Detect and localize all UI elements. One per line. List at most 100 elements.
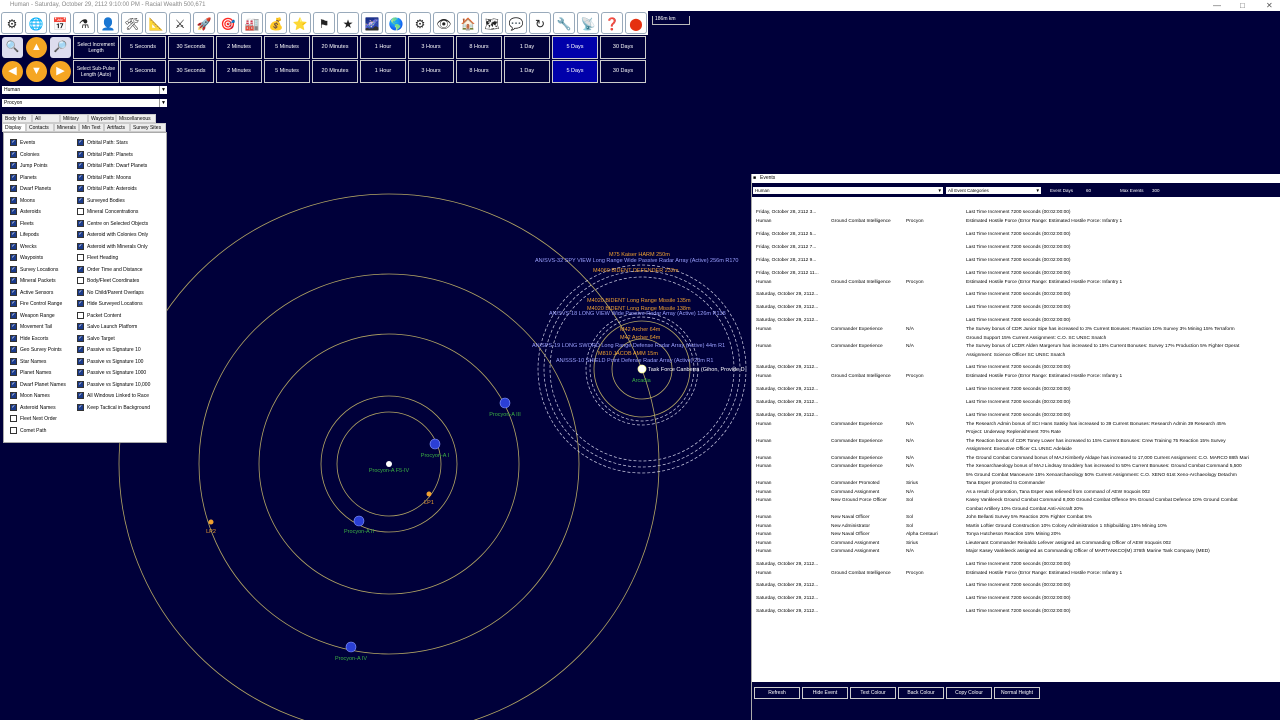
checkbox-fire-control-range[interactable]: ✓ Fire Control Range <box>10 300 62 308</box>
event-row[interactable]: Saturday, October 29, 2112... Last Time I… <box>752 562 1280 569</box>
checkmark-icon[interactable]: ✓ <box>10 311 17 319</box>
checkmark-icon[interactable]: ✓ <box>77 346 84 353</box>
checkmark-icon[interactable]: ✓ <box>77 139 84 146</box>
planet-procyon-a-iii[interactable] <box>499 397 511 409</box>
contact-label[interactable]: M810 JACOB AMM 15m <box>598 351 658 357</box>
checkmark-icon[interactable]: ✓ <box>10 300 17 307</box>
checkbox-asteroid-names[interactable]: ✓ Asteroid Names <box>10 403 56 412</box>
contact-label[interactable]: M42 Archer 64m <box>620 335 661 341</box>
checkbox-hide-surveyed-locations[interactable]: ✓ Hide Surveyed Locations <box>77 300 143 308</box>
checkbox-packet-content[interactable]: Packet Content <box>77 311 121 320</box>
checkmark-icon[interactable]: ✓ <box>10 196 17 204</box>
checkbox-planet-names[interactable]: ✓ Planet Names <box>10 369 51 377</box>
event-row[interactable]: Human Command Assignment N/A Major Kasey Va… <box>752 549 1280 556</box>
checkmark-icon[interactable]: ✓ <box>10 208 17 215</box>
checkbox-geo-survey-points[interactable]: ✓ Geo Survey Points <box>10 346 62 354</box>
event-row[interactable]: Human Ground Combat Intelligence Procyon Es… <box>752 280 1280 287</box>
checkmark-icon[interactable]: ✓ <box>10 231 17 238</box>
checkmark-icon[interactable]: ✓ <box>10 265 17 273</box>
event-row[interactable]: Human Commander Experience N/A The Xenoarch… <box>752 464 1280 471</box>
checkbox-fleet-next-order[interactable]: Fleet Next Order <box>10 415 57 423</box>
checkmark-icon[interactable]: ✓ <box>10 219 17 227</box>
checkbox-jump-points[interactable]: ✓ Jump Points <box>10 162 48 170</box>
chevron-down-icon[interactable]: ▼ <box>159 99 167 107</box>
checkmark-icon[interactable]: ✓ <box>77 369 84 376</box>
checkbox-fleets[interactable]: ✓ Fleets <box>10 219 34 228</box>
event-row[interactable]: Friday, October 28, 2112 11... Last Time … <box>752 271 1280 278</box>
event-row[interactable]: Human Commander Experience N/A The Survey b… <box>752 344 1280 351</box>
checkbox-asteroid-with-minerals-only[interactable]: ✓ Asteroid with Minerals Only <box>77 242 148 251</box>
checkmark-icon[interactable]: ✓ <box>10 369 17 376</box>
event-row[interactable]: Saturday, October 29, 2112... Last Time I… <box>752 413 1280 420</box>
events-race-select[interactable]: Human ▼ <box>753 187 943 194</box>
checkmark-icon[interactable]: ✓ <box>10 150 17 158</box>
checkbox-passive-vs-signature-10-000[interactable]: ✓ Passive vs Signature 10,000 <box>77 380 150 389</box>
contact-label[interactable]: AN/SPS-19 LONG SWORD Long Range Defense … <box>532 343 725 349</box>
checkbox-body-fleet-coordinates[interactable]: Body/Fleet Coordinates <box>77 277 139 285</box>
chevron-down-icon[interactable]: ▼ <box>938 187 942 194</box>
event-row[interactable]: Saturday, October 29, 2112... Last Time I… <box>752 596 1280 603</box>
event-row[interactable]: 5% Ground Combat Manoeuvre 15% Xenoarcha… <box>752 473 1280 480</box>
checkmark-icon[interactable]: ✓ <box>77 357 84 365</box>
checkbox-order-time-and-distance[interactable]: ✓ Order Time and Distance <box>77 265 143 274</box>
checkbox-moon-names[interactable]: ✓ Moon Names <box>10 392 50 400</box>
event-row[interactable]: Saturday, October 29, 2112... Last Time I… <box>752 305 1280 312</box>
contact-label[interactable]: M4060 BIDENT DEFENDER 232m <box>593 268 679 274</box>
checkmark-icon[interactable]: ✓ <box>10 185 17 192</box>
contact-label[interactable]: AN/SSS-10 SHIELD Point Defense Radar Arr… <box>556 358 713 364</box>
event-row[interactable]: Human Ground Combat Intelligence Procyon Es… <box>752 219 1280 226</box>
checkbox-orbital-path-stars[interactable]: ✓ Orbital Path: Stars <box>77 139 128 147</box>
checkbox-dwarf-planets[interactable]: ✓ Dwarf Planets <box>10 185 51 193</box>
checkmark-icon[interactable]: ✓ <box>77 300 84 307</box>
tab-survey-sites[interactable]: Survey Sites <box>130 123 166 132</box>
checkbox-wrecks[interactable]: ✓ Wrecks <box>10 242 37 251</box>
body-label-procyon-a-ii[interactable]: Procyon-A II <box>344 529 374 535</box>
checkmark-icon[interactable]: ✓ <box>77 392 84 399</box>
checkbox-salvo-launch-platform[interactable]: ✓ Salvo Launch Platform <box>77 323 137 331</box>
event-row[interactable]: Human New Naval Officer Alpha Centauri Tony… <box>752 532 1280 539</box>
checkbox-empty-icon[interactable] <box>77 208 84 215</box>
checkmark-icon[interactable]: ✓ <box>77 150 84 158</box>
text-colour-button[interactable]: Text Colour <box>850 687 896 699</box>
checkbox-surveyed-bodies[interactable]: ✓ Surveyed Bodies <box>77 196 125 205</box>
event-row[interactable]: Saturday, October 29, 2112... Last Time I… <box>752 387 1280 394</box>
event-row[interactable]: Project: Underway Replenishment 70% Rate <box>752 430 1280 437</box>
lagrange-point-1[interactable] <box>426 491 432 497</box>
hide-event-button[interactable]: Hide Event <box>802 687 848 699</box>
tab-waypoints[interactable]: Waypoints <box>88 114 116 123</box>
checkmark-icon[interactable]: ✓ <box>77 403 84 411</box>
body-label-procyon-a-i[interactable]: Procyon-A I <box>421 453 450 459</box>
checkmark-icon[interactable]: ✓ <box>77 242 84 250</box>
checkbox-empty-icon[interactable] <box>10 415 17 422</box>
chevron-down-icon[interactable]: ▼ <box>1036 187 1040 194</box>
refresh-button[interactable]: Refresh <box>754 687 800 699</box>
tab-body-info[interactable]: Body Info <box>2 114 32 123</box>
event-row[interactable]: Human New Naval Officer Sol John Bellanti S… <box>752 515 1280 522</box>
checkbox-active-sensors[interactable]: ✓ Active Sensors <box>10 288 53 297</box>
planet-procyon-a-ii[interactable] <box>353 515 365 527</box>
checkmark-icon[interactable]: ✓ <box>10 162 17 169</box>
event-row[interactable]: Human Commander Experience N/A The Ground C… <box>752 456 1280 463</box>
checkbox-all-windows-linked-to-race[interactable]: ✓ All Windows Linked to Race <box>77 392 149 400</box>
checkmark-icon[interactable]: ✓ <box>10 277 17 284</box>
checkmark-icon[interactable]: ✓ <box>10 357 17 365</box>
event-row[interactable]: Human Commander Experience N/A The Reaction… <box>752 439 1280 446</box>
event-row[interactable]: Saturday, October 29, 2112... Last Time I… <box>752 609 1280 616</box>
checkbox-lifepods[interactable]: ✓ Lifepods <box>10 231 39 239</box>
race-select[interactable]: Human ▼ <box>2 86 167 94</box>
chevron-down-icon[interactable]: ▼ <box>159 86 167 94</box>
checkbox-centre-on-selected-objects[interactable]: ✓ Centre on Selected Objects <box>77 219 148 228</box>
checkbox-hide-escorts[interactable]: ✓ Hide Escorts <box>10 334 48 343</box>
checkbox-keep-tactical-in-background[interactable]: ✓ Keep Tactical in Background <box>77 403 150 412</box>
checkbox-salvo-target[interactable]: ✓ Salvo Target <box>77 334 115 343</box>
event-row[interactable]: Saturday, October 29, 2112... Last Time I… <box>752 365 1280 372</box>
checkbox-star-names[interactable]: ✓ Star Names <box>10 357 46 366</box>
event-row[interactable]: Friday, October 28, 2112 3... Last Time I… <box>752 210 1280 217</box>
tab-all-bodies[interactable]: All Bodies <box>32 114 60 131</box>
planet-procyon-a-i[interactable] <box>429 438 441 450</box>
contact-label[interactable]: AN/SVS-18 LONG VIEW Wide Passive Radar A… <box>549 311 726 317</box>
checkbox-no-child-parent-overlaps[interactable]: ✓ No Child/Parent Overlaps <box>77 288 144 297</box>
back-colour-button[interactable]: Back Colour <box>898 687 944 699</box>
checkbox-survey-locations[interactable]: ✓ Survey Locations <box>10 265 58 274</box>
checkmark-icon[interactable]: ✓ <box>10 242 17 250</box>
